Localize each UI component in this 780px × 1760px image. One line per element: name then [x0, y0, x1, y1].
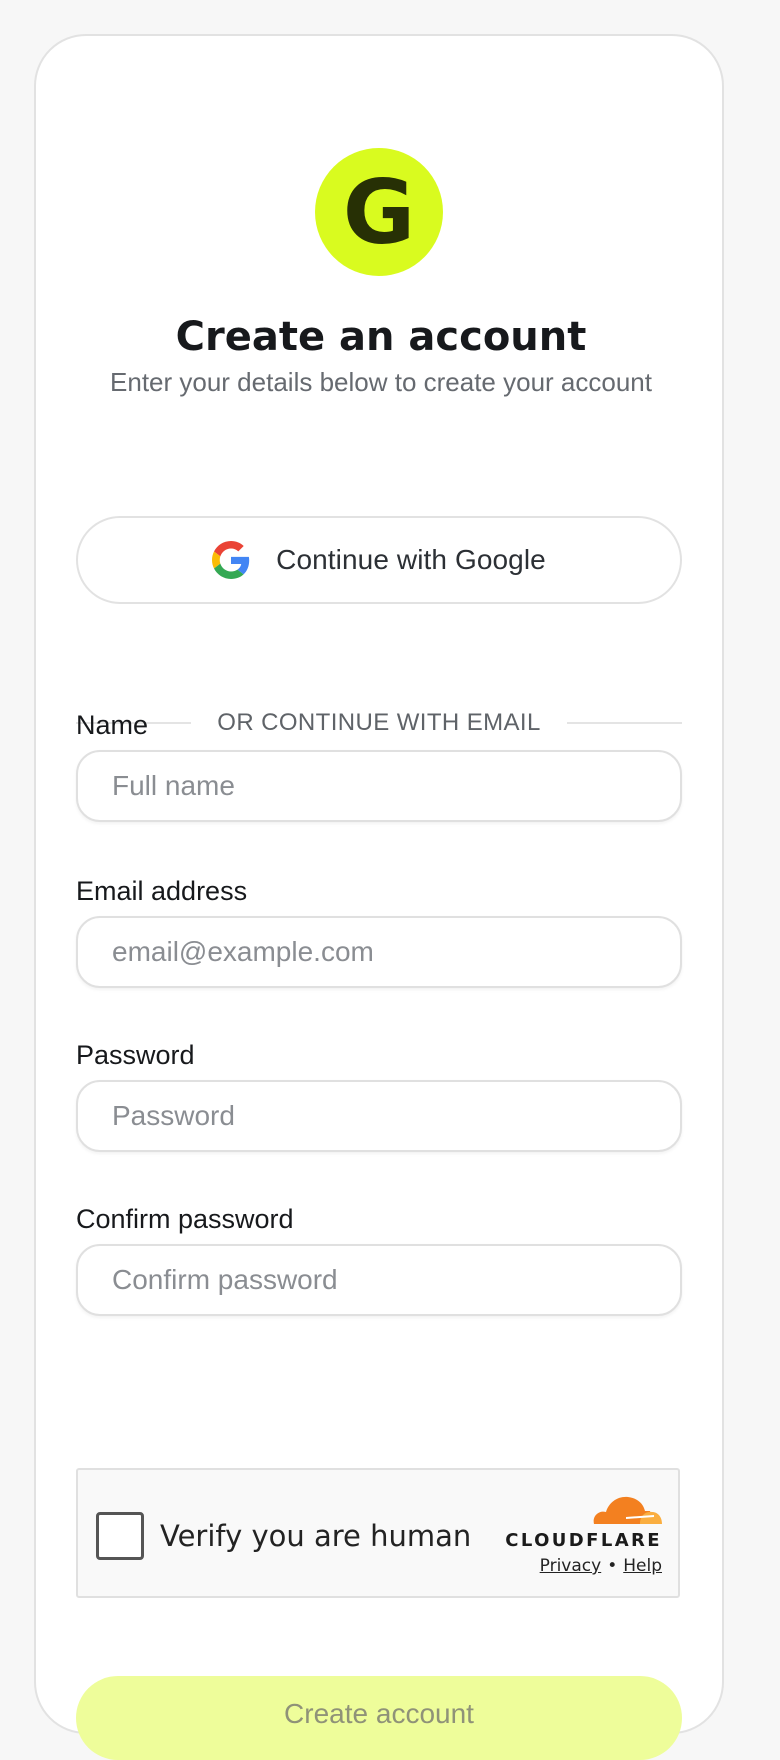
password-input[interactable] [76, 1080, 682, 1152]
logo-letter: G [342, 161, 416, 264]
email-label: Email address [76, 876, 248, 906]
name-input[interactable] [76, 750, 682, 822]
cloudflare-links: Privacy • Help [540, 1556, 662, 1576]
captcha-widget: Verify you are human CLOUDFLARE Privacy •… [76, 1468, 680, 1598]
or-divider: OR CONTINUE WITH EMAIL [76, 708, 683, 738]
name-label: Name [76, 710, 149, 740]
signup-card: G Create an account Enter your details b… [34, 34, 724, 1760]
cloudflare-brand: CLOUDFLARE [505, 1530, 662, 1551]
continue-with-google-button[interactable]: Continue with Google [76, 516, 682, 604]
google-button-label: Continue with Google [276, 544, 546, 575]
google-g-icon [212, 541, 250, 579]
create-account-button[interactable]: Create account [76, 1676, 682, 1760]
password-label: Password [76, 1040, 195, 1070]
captcha-label: Verify you are human [160, 1519, 472, 1553]
divider-line-right [566, 722, 683, 724]
app-logo: G [315, 148, 443, 276]
confirm-password-label: Confirm password [76, 1204, 294, 1234]
page-subtitle: Enter your details below to create your … [110, 367, 652, 397]
captcha-privacy-link[interactable]: Privacy [540, 1556, 602, 1576]
captcha-link-separator: • [607, 1556, 618, 1576]
page-title: Create an account [175, 314, 587, 360]
create-account-button-label: Create account [284, 1698, 474, 1729]
divider-text: OR CONTINUE WITH EMAIL [217, 709, 541, 736]
cloudflare-cloud-icon [593, 1496, 662, 1524]
captcha-checkbox[interactable] [96, 1512, 144, 1560]
captcha-help-link[interactable]: Help [623, 1556, 662, 1576]
confirm-password-input[interactable] [76, 1244, 682, 1316]
email-input[interactable] [76, 916, 682, 988]
